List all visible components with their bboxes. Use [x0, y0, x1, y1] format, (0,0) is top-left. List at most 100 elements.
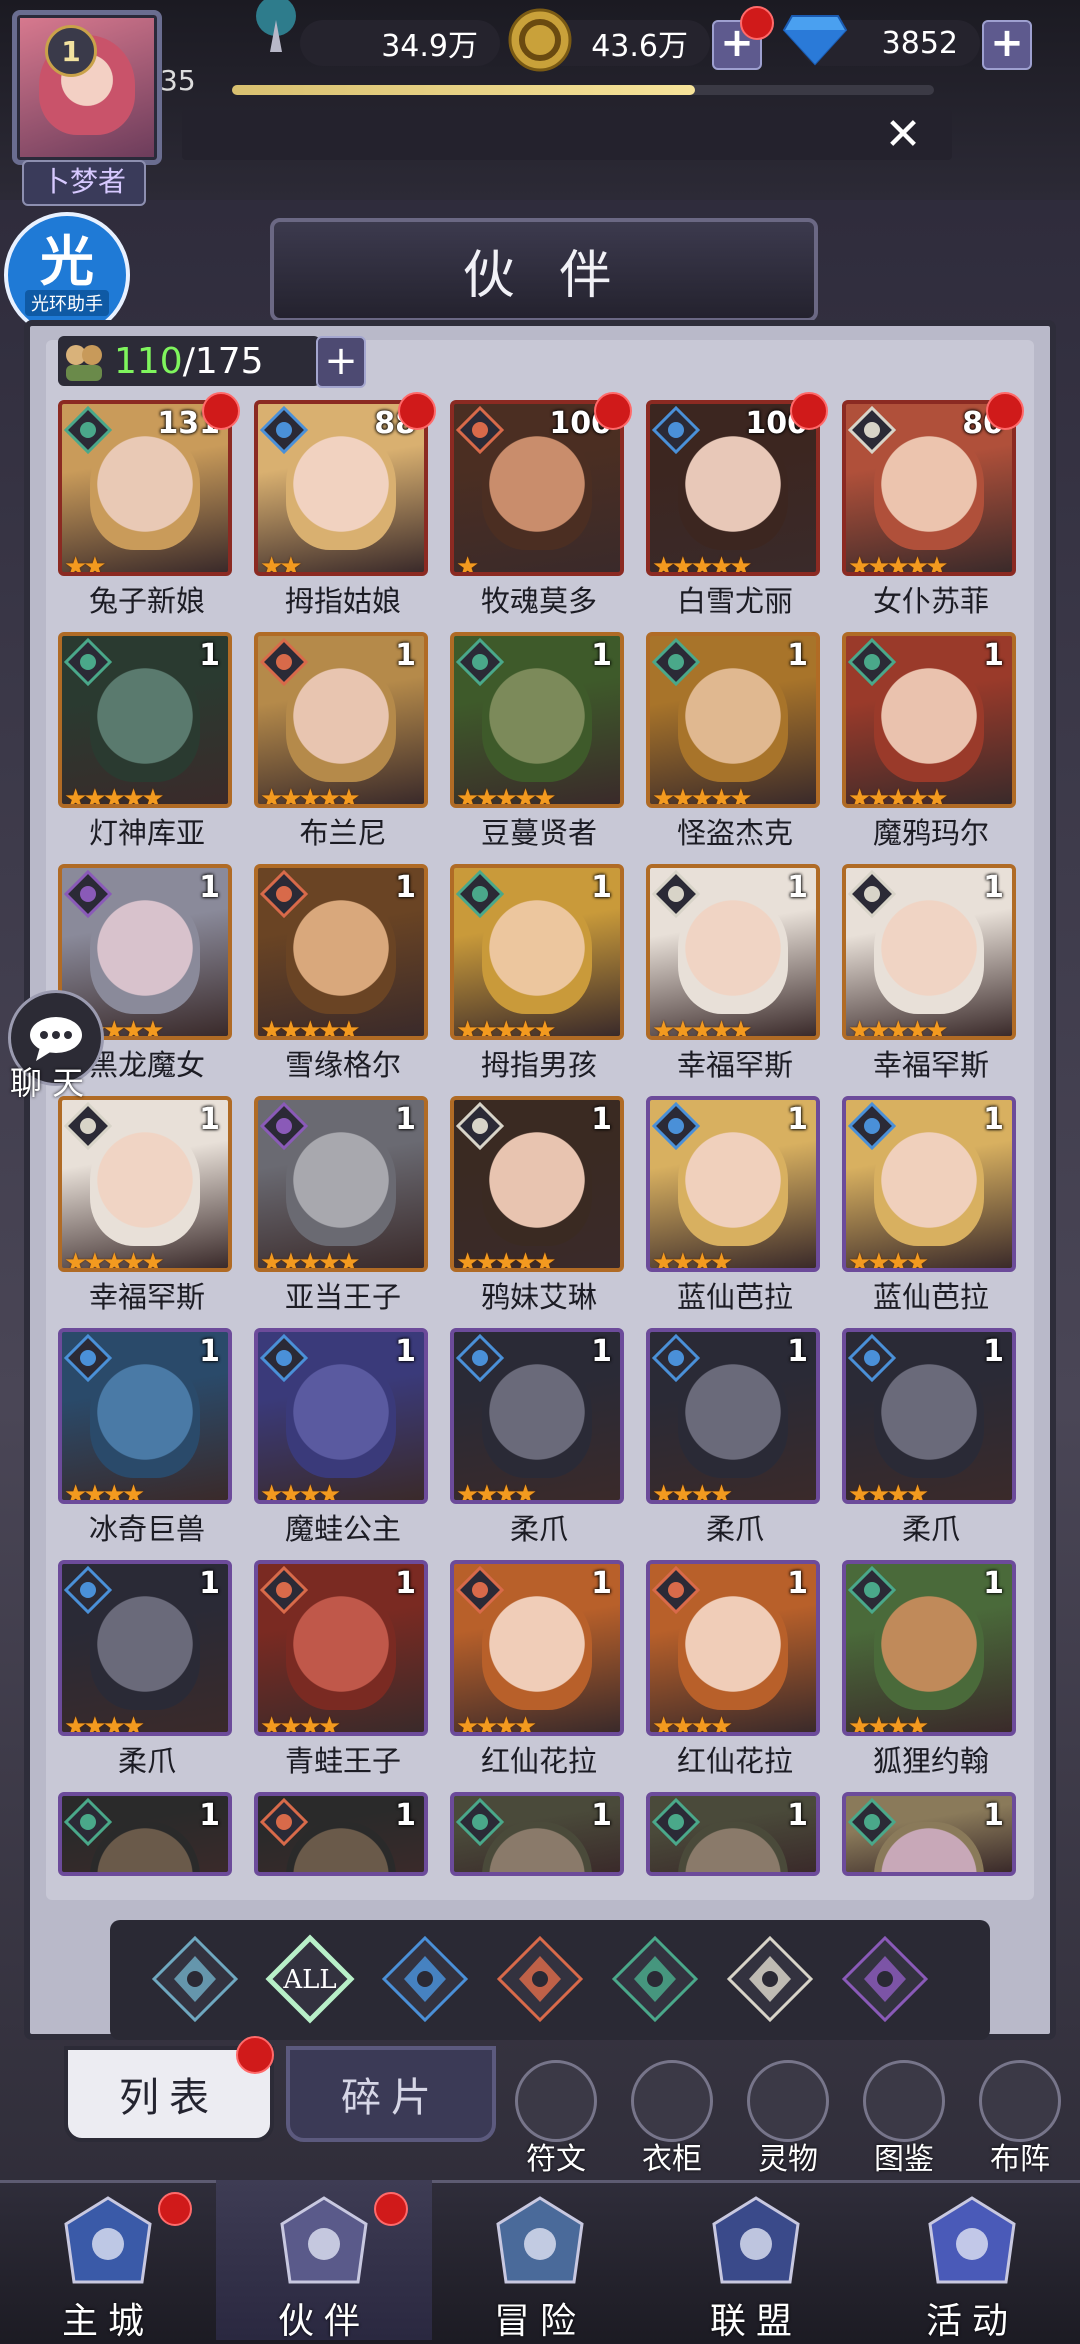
filter-wind[interactable]: [610, 1934, 700, 2024]
character-notification-dot: [986, 392, 1024, 430]
character-portrait: 1 ★★★★★: [842, 864, 1016, 1040]
character-card[interactable]: 1 ★★★★ 柔爪: [646, 1328, 824, 1546]
add-gem-button[interactable]: +: [982, 20, 1032, 70]
star-rating: ★★★★★: [260, 1016, 361, 1040]
character-card[interactable]: 1 ★★★★ 柔爪: [842, 1328, 1020, 1546]
character-level: 1: [983, 1334, 1004, 1369]
character-name: 红仙花拉: [480, 1744, 597, 1778]
wind-element-icon: [455, 637, 505, 687]
character-card[interactable]: 1 ★★★★ 蓝仙芭拉: [646, 1096, 824, 1314]
character-card[interactable]: 1 ★★★★★ 拇指男孩: [450, 864, 628, 1082]
tool-button[interactable]: 布阵: [972, 2060, 1068, 2178]
character-level: 1: [395, 638, 416, 673]
xp-bar: [232, 85, 934, 95]
character-card[interactable]: 88 ★★ 拇指姑娘: [254, 392, 436, 618]
character-card[interactable]: 1 ★★★★★ 幸福罕斯: [646, 864, 824, 1082]
character-card[interactable]: 1: [450, 1792, 628, 1876]
close-icon[interactable]: ✕: [878, 110, 928, 160]
character-card[interactable]: 1 ★★★★ 红仙花拉: [646, 1560, 824, 1778]
character-card[interactable]: 1 ★★★★★ 布兰尼: [254, 632, 432, 850]
fire-element-icon: [259, 1565, 309, 1615]
character-card[interactable]: 1 ★★★★★ 鸦妹艾琳: [450, 1096, 628, 1314]
water-element-icon: [455, 1333, 505, 1383]
character-card[interactable]: 1: [254, 1792, 432, 1876]
star-rating: ★★★★: [652, 1480, 733, 1504]
light-element-icon: [847, 869, 897, 919]
character-card[interactable]: 1 ★★★★ 蓝仙芭拉: [842, 1096, 1020, 1314]
character-level: 1: [591, 870, 612, 905]
character-name: 柔爪: [509, 1512, 568, 1546]
nav-item[interactable]: 活动: [864, 2180, 1080, 2342]
tool-button[interactable]: 图鉴: [856, 2060, 952, 2178]
character-card[interactable]: 1: [58, 1792, 236, 1876]
character-portrait: 80 ★★★★★: [842, 400, 1016, 576]
tool-button[interactable]: 符文: [508, 2060, 604, 2178]
character-card[interactable]: 1 ★★★★★ 豆蔓贤者: [450, 632, 628, 850]
filter-light[interactable]: [725, 1934, 815, 2024]
star-rating: ★★: [260, 552, 303, 576]
character-card[interactable]: 80 ★★★★★ 女仆苏菲: [842, 392, 1024, 618]
character-portrait: 100 ★★★★★: [646, 400, 820, 576]
character-card[interactable]: 1 ★★★★ 冰奇巨兽: [58, 1328, 236, 1546]
character-card[interactable]: 1: [646, 1792, 824, 1876]
character-card[interactable]: 1: [842, 1792, 1020, 1876]
water-element-icon: [259, 1333, 309, 1383]
fire-element-icon: [259, 637, 309, 687]
light-element-icon: [63, 1101, 113, 1151]
list-notification-dot: [236, 2036, 274, 2074]
character-card[interactable]: 1 ★★★★★ 幸福罕斯: [842, 864, 1020, 1082]
character-card[interactable]: 1 ★★★★ 魔蛙公主: [254, 1328, 432, 1546]
character-portrait: 1 ★★★★★: [254, 632, 428, 808]
tool-icon: [631, 2060, 713, 2142]
nav-item[interactable]: 伙伴: [216, 2180, 432, 2342]
tool-button[interactable]: 衣柜: [624, 2060, 720, 2178]
character-card[interactable]: 100 ★ 牧魂莫多: [450, 392, 632, 618]
chat-bubble-icon: [30, 1017, 82, 1061]
character-portrait: 1: [842, 1792, 1016, 1876]
character-card[interactable]: 1 ★★★★ 红仙花拉: [450, 1560, 628, 1778]
character-card[interactable]: 1 ★★★★ 青蛙王子: [254, 1560, 432, 1778]
character-card[interactable]: 1 ★★★★★ 亚当王子: [254, 1096, 432, 1314]
character-portrait: 1 ★★★★: [842, 1096, 1016, 1272]
nav-item[interactable]: 冒险: [432, 2180, 648, 2342]
wind-element-icon: [63, 637, 113, 687]
tool-button[interactable]: 灵物: [740, 2060, 836, 2178]
star-rating: ★★★★: [64, 1712, 145, 1736]
nav-item[interactable]: 主城: [0, 2180, 216, 2342]
character-card[interactable]: 1 ★★★★ 柔爪: [58, 1560, 236, 1778]
star-rating: ★★★★: [260, 1480, 341, 1504]
character-portrait: 1 ★★★★: [842, 1560, 1016, 1736]
character-card[interactable]: 1 ★★★★★ 灯神库亚: [58, 632, 236, 850]
character-card[interactable]: 100 ★★★★★ 白雪尤丽: [646, 392, 828, 618]
character-card[interactable]: 131 ★★ 兔子新娘: [58, 392, 240, 618]
character-portrait: 1 ★★★★: [646, 1328, 820, 1504]
player-avatar[interactable]: 1: [12, 10, 162, 165]
filter-all[interactable]: ALL: [265, 1934, 355, 2024]
filter-wind-a[interactable]: [150, 1934, 240, 2024]
filter-dark[interactable]: [840, 1934, 930, 2024]
filter-fire[interactable]: [495, 1934, 585, 2024]
star-rating: ★★★★★: [848, 552, 949, 576]
character-name: 豆蔓贤者: [480, 816, 597, 850]
character-card[interactable]: 1 ★★★★★ 怪盗杰克: [646, 632, 824, 850]
filter-water[interactable]: [380, 1934, 470, 2024]
sword-icon: [246, 0, 306, 54]
character-portrait: 1 ★★★★★: [254, 864, 428, 1040]
star-rating: ★★★★: [456, 1480, 537, 1504]
tab-shards[interactable]: 碎片: [286, 2046, 496, 2142]
nav-item[interactable]: 联盟: [648, 2180, 864, 2342]
character-card[interactable]: 1 ★★★★ 狐狸约翰: [842, 1560, 1020, 1778]
character-card[interactable]: 1 ★★★★★ 魔鸦玛尔: [842, 632, 1020, 850]
character-card[interactable]: 1 ★★★★★ 雪缘格尔: [254, 864, 432, 1082]
vip-level-badge: 1: [45, 25, 97, 77]
character-notification-dot: [398, 392, 436, 430]
character-level: 1: [591, 1798, 612, 1833]
character-card[interactable]: 1 ★★★★ 柔爪: [450, 1328, 628, 1546]
character-portrait: 1 ★★★★★: [450, 1096, 624, 1272]
character-card[interactable]: 1 ★★★★★ 幸福罕斯: [58, 1096, 236, 1314]
character-portrait: 1: [450, 1792, 624, 1876]
character-portrait: 1 ★★★★★: [646, 864, 820, 1040]
expand-roster-button[interactable]: +: [316, 336, 366, 388]
star-rating: ★★★★★: [456, 784, 557, 808]
nav-label: 冒险: [493, 2301, 586, 2342]
